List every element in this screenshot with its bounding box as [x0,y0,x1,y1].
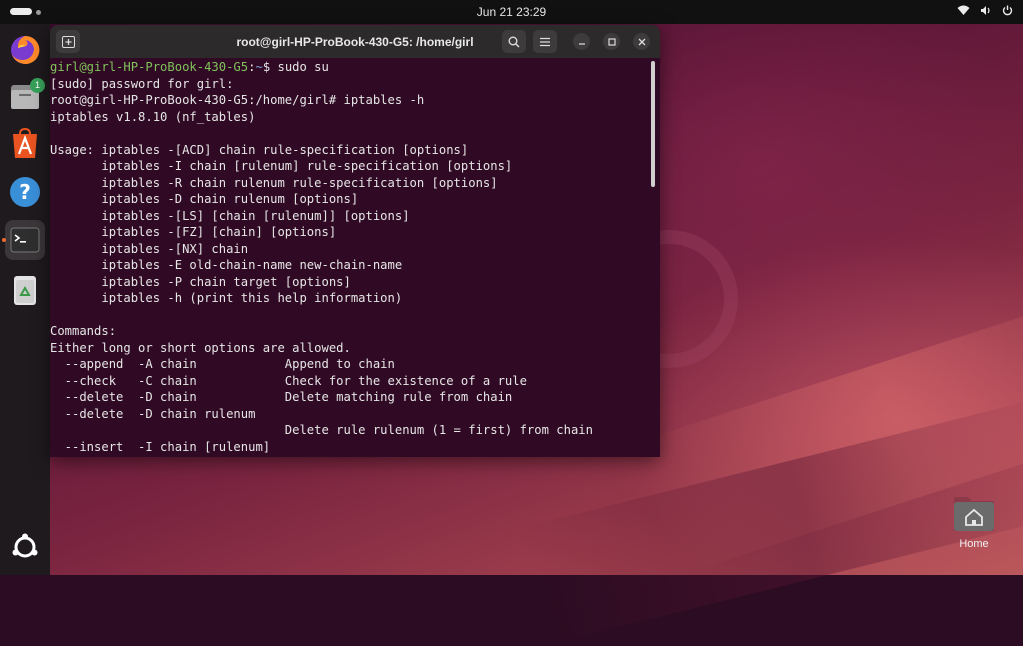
terminal-line: --check -C chain Check for the existence… [50,373,527,388]
wifi-icon[interactable] [957,5,970,20]
terminal-line: iptables -R chain rulenum rule-specifica… [50,175,498,190]
window-title: root@girl-HP-ProBook-430-G5: /home/girl [236,35,474,49]
terminal-line: --append -A chain Append to chain [50,357,395,371]
top-bar: Jun 21 23:29 [0,0,1023,24]
terminal-line: --delete -D chain rulenum [50,406,256,421]
terminal-line: iptables -[FZ] [chain] [options] [50,225,337,239]
terminal-titlebar[interactable]: root@girl-HP-ProBook-430-G5: /home/girl [50,25,660,58]
hamburger-menu-icon [540,37,550,46]
show-apps-button[interactable] [5,527,45,567]
terminal-line: --insert -I chain [rulenum] [50,439,271,454]
dock: 1 ? [0,24,50,575]
dock-item-files[interactable]: 1 [5,76,45,116]
terminal-line: iptables -P chain target [options] [50,274,351,289]
search-icon [508,36,520,48]
terminal-scrollbar[interactable] [651,61,655,187]
dock-item-firefox[interactable] [5,30,45,70]
help-icon: ? [10,177,40,207]
terminal-running-indicator [2,238,6,242]
minimize-icon [578,42,585,45]
close-icon [638,38,645,45]
prompt-command: $ sudo su [262,60,329,74]
dock-item-trash[interactable] [5,270,45,310]
home-folder-icon [954,497,994,531]
maximize-button[interactable] [603,33,620,50]
minimize-button[interactable] [573,33,590,50]
prompt-line: girl@girl-HP-ProBook-430-G5:~$ sudo su [50,59,660,76]
home-folder-label: Home [959,538,989,550]
terminal-line: [sudo] password for girl: [50,76,234,91]
volume-icon[interactable] [980,5,992,20]
ubuntu-logo-icon [12,533,38,558]
terminal-window[interactable]: root@girl-HP-ProBook-430-G5: /home/girl … [50,25,660,457]
files-notification-badge: 1 [30,78,45,93]
terminal-line: iptables v1.8.10 (nf_tables) [50,109,256,124]
power-icon[interactable] [1002,5,1013,20]
search-button[interactable] [502,30,526,53]
terminal-line: Delete rule rulenum (1 = first) from cha… [50,423,593,437]
system-tray[interactable] [957,5,1013,20]
terminal-line: --delete -D chain Delete matching rule f… [50,390,513,404]
terminal-line: iptables -[NX] chain [50,241,249,256]
terminal-line: Either long or short options are allowed… [50,340,351,355]
dock-item-help[interactable]: ? [5,172,45,212]
menu-button[interactable] [533,30,557,53]
prompt-user: girl@girl-HP-ProBook-430-G5 [50,60,249,74]
app-center-icon [13,128,37,158]
maximize-icon [607,37,616,46]
terminal-output[interactable]: girl@girl-HP-ProBook-430-G5:~$ sudo su [… [50,58,660,457]
trash-icon [14,276,36,305]
terminal-line: iptables -h (print this help information… [50,291,403,305]
prompt-path: ~ [255,60,263,74]
clock[interactable]: Jun 21 23:29 [0,5,1023,19]
terminal-line: Usage: iptables -[ACD] chain rule-specif… [50,142,469,157]
terminal-line: root@girl-HP-ProBook-430-G5:/home/girl# … [50,93,425,107]
desktop-home-folder[interactable] [952,493,996,533]
svg-text:?: ? [19,180,31,204]
close-button[interactable] [633,33,650,50]
terminal-icon [10,227,40,253]
terminal-line: iptables -E old-chain-name new-chain-nam… [50,258,403,272]
dock-item-terminal[interactable] [5,220,45,260]
terminal-line: Commands: [50,324,117,338]
terminal-line: iptables -D chain rulenum [options] [50,192,359,206]
terminal-line: iptables -[LS] [chain [rulenum]] [option… [50,208,410,223]
terminal-line: iptables -I chain [rulenum] rule-specifi… [50,159,513,173]
firefox-icon [11,35,40,64]
dock-item-app-center[interactable] [5,124,45,164]
